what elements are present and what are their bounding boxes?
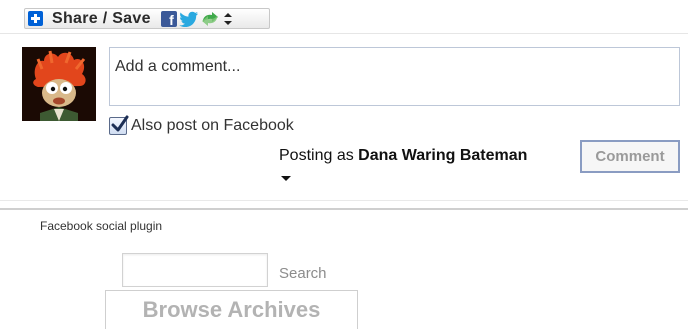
posting-as-text: Posting as Dana Waring Bateman [279,147,527,165]
comment-submit-button[interactable]: Comment [580,140,680,173]
also-post-label: Also post on Facebook [131,117,294,134]
checkbox-checked-icon[interactable] [109,115,129,135]
divider [0,208,688,210]
twitter-icon[interactable] [179,11,199,27]
divider [0,200,688,201]
divider [0,33,688,34]
facebook-icon[interactable]: f [160,10,177,27]
plus-icon [28,11,43,26]
up-down-arrows-icon[interactable] [223,12,233,26]
browse-archives-button[interactable]: Browse Archives [105,290,358,329]
posting-as-name: Dana Waring Bateman [358,147,528,164]
avatar [22,47,96,121]
search-input[interactable] [122,253,268,287]
share-icon[interactable] [201,11,219,27]
share-save-widget[interactable]: Share / Save f [24,8,270,29]
caret-down-icon[interactable] [281,176,291,181]
also-post-checkbox[interactable]: Also post on Facebook [109,115,294,136]
social-plugin-note: Facebook social plugin [40,219,163,233]
posting-as-prefix: Posting as [279,147,354,164]
search-button[interactable]: Search [279,265,327,282]
share-save-label: Share / Save [52,9,151,27]
comment-input[interactable] [109,47,680,106]
